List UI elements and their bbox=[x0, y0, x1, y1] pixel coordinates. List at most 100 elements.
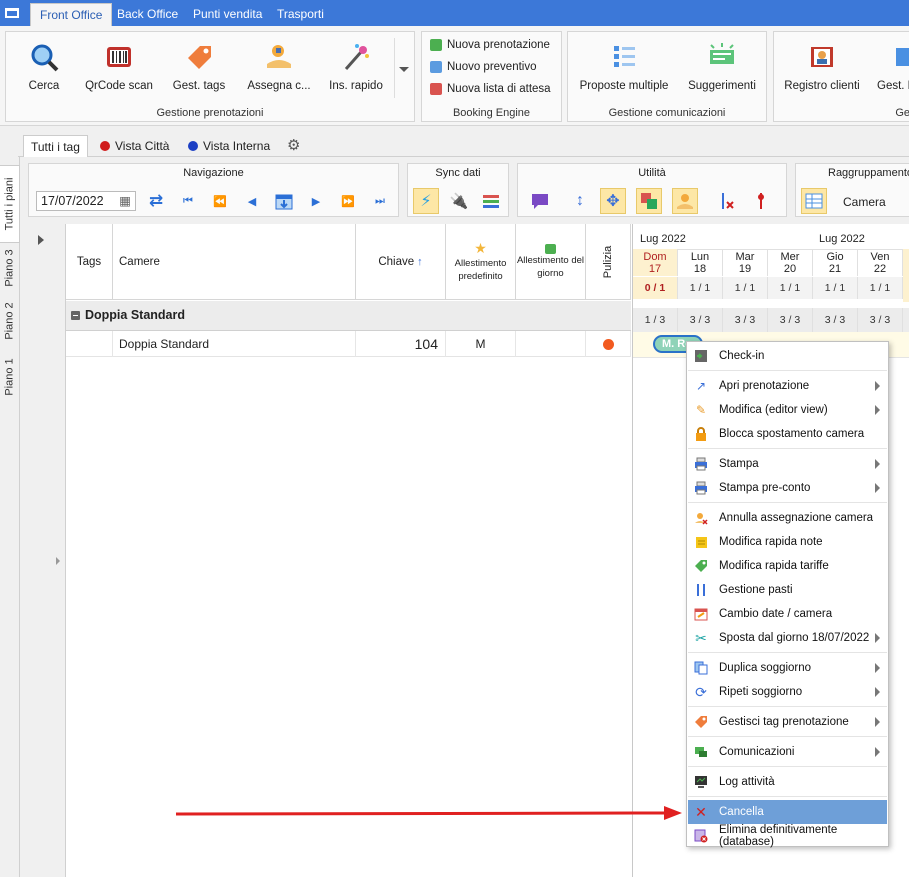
menu-item-gestione-pasti[interactable]: Gestione pasti bbox=[688, 578, 887, 602]
header-camere[interactable]: Camere bbox=[113, 224, 356, 300]
menu-item-cambio-date-camera[interactable]: Cambio date / camera bbox=[688, 602, 887, 626]
group-utilita: Utilità ↕ ✥ bbox=[517, 163, 787, 217]
raggruppamento-label: Raggruppamento bbox=[828, 167, 909, 179]
collapse-group-icon[interactable] bbox=[71, 311, 80, 320]
tab-back-office[interactable]: Back Office bbox=[108, 3, 187, 26]
cerca-button[interactable]: Cerca bbox=[14, 40, 74, 92]
suggerimenti-button[interactable]: Suggerimenti bbox=[680, 40, 764, 92]
ins-rapido-button[interactable]: Ins. rapido bbox=[324, 40, 388, 92]
submenu-arrow-icon bbox=[875, 405, 880, 415]
availability-count: 3 / 3 bbox=[723, 308, 768, 332]
tab-vista-interna[interactable]: Vista Interna bbox=[181, 135, 277, 157]
marker-icon[interactable] bbox=[748, 188, 774, 214]
clear-icon[interactable] bbox=[714, 188, 740, 214]
plug-icon[interactable]: 🔌 bbox=[446, 188, 472, 214]
menu-item-apri-prenotazione[interactable]: ↗ Apri prenotazione bbox=[688, 374, 887, 398]
proposte-multiple-button[interactable]: Proposte multiple bbox=[574, 40, 674, 92]
last-icon[interactable]: ⏭ bbox=[367, 188, 393, 214]
expand-arrow-icon[interactable] bbox=[38, 235, 44, 245]
swap-icon[interactable] bbox=[636, 188, 662, 214]
gear-icon[interactable]: ⚙ bbox=[280, 135, 307, 157]
nuova-lista-attesa-button[interactable]: Nuova lista di attesa bbox=[430, 83, 551, 95]
header-pulizia[interactable]: Pulizia bbox=[586, 224, 631, 300]
lightning-icon[interactable]: ⚡ bbox=[413, 188, 439, 214]
gest-d-button[interactable]: Gest. D bbox=[874, 40, 909, 92]
nuova-prenotazione-button[interactable]: Nuova prenotazione bbox=[430, 39, 550, 51]
magic-wand-icon bbox=[339, 40, 373, 74]
move-icon[interactable]: ✥ bbox=[600, 188, 626, 214]
menu-item-label: Blocca spostamento camera bbox=[719, 428, 865, 440]
gest-d-label: Gest. D bbox=[877, 80, 909, 92]
refresh-icon[interactable]: ⇄ bbox=[143, 188, 169, 214]
unassign-icon bbox=[694, 511, 708, 525]
cell-pulizia[interactable] bbox=[586, 331, 631, 357]
registro-clienti-button[interactable]: Registro clienti bbox=[780, 40, 864, 92]
forward-icon[interactable]: ⏩ bbox=[335, 188, 361, 214]
gest-tags-button[interactable]: Gest. tags bbox=[166, 40, 232, 92]
tab-vista-citta[interactable]: Vista Città bbox=[93, 135, 176, 157]
next-icon[interactable]: ▶ bbox=[303, 188, 329, 214]
tab-tutti-piani-label: Tutti i piani bbox=[3, 177, 16, 231]
group-gestione-prenotazioni: Cerca QrCode scan Gest. tags Assegna c..… bbox=[5, 31, 415, 122]
sync-bars-icon[interactable] bbox=[478, 188, 504, 214]
tab-front-office[interactable]: Front Office bbox=[30, 3, 113, 26]
menu-item-blocca-spostamento[interactable]: Blocca spostamento camera bbox=[688, 422, 887, 446]
day-name: Gio bbox=[826, 251, 844, 263]
collapse-handle-icon[interactable] bbox=[56, 557, 60, 565]
menu-item-annulla-assegnazione[interactable]: Annulla assegnazione camera bbox=[688, 506, 887, 530]
tab-piano-3[interactable]: Piano 3 bbox=[0, 245, 20, 291]
context-menu: Check-in ↗ Apri prenotazione ✎ Modifica (e… bbox=[686, 341, 889, 848]
header-allestimento-giorno[interactable]: Allestimento del giorno bbox=[516, 224, 586, 300]
menu-item-cancella[interactable]: ✕ Cancella bbox=[688, 800, 887, 824]
day-header: Dom 17 bbox=[633, 249, 678, 276]
group-row[interactable]: Doppia Standard bbox=[66, 301, 631, 331]
tab-piano-1[interactable]: Piano 1 bbox=[0, 354, 20, 400]
header-allestimento-predefinito[interactable]: ★ Allestimento predefinito bbox=[446, 224, 516, 300]
day-name: Ven bbox=[870, 251, 890, 263]
prev-icon[interactable]: ◀ bbox=[239, 188, 265, 214]
tab-trasporti[interactable]: Trasporti bbox=[268, 3, 333, 26]
app-menu-icon[interactable] bbox=[5, 8, 19, 18]
menu-item-duplica-soggiorno[interactable]: Duplica soggiorno bbox=[688, 656, 887, 680]
gest-d-icon bbox=[884, 40, 909, 74]
menu-item-stampa[interactable]: Stampa bbox=[688, 452, 887, 476]
assegna-camera-button[interactable]: Assegna c... bbox=[244, 40, 314, 92]
menu-item-log-attivita[interactable]: Log attività bbox=[688, 770, 887, 794]
menu-item-ripeti-soggiorno[interactable]: ⟳ Ripeti soggiorno bbox=[688, 680, 887, 704]
menu-item-comunicazioni[interactable]: Comunicazioni bbox=[688, 740, 887, 764]
tab-piano-2[interactable]: Piano 2 bbox=[0, 298, 20, 344]
menu-item-sposta-dal-giorno[interactable]: ✂ Sposta dal giorno 18/07/2022 bbox=[688, 626, 887, 650]
menu-item-gestisci-tag[interactable]: Gestisci tag prenotazione bbox=[688, 710, 887, 734]
menu-item-modifica-rapida-note[interactable]: Modifica rapida note bbox=[688, 530, 887, 554]
nuovo-preventivo-button[interactable]: Nuovo preventivo bbox=[430, 61, 537, 73]
calendar-icon[interactable]: ▦ bbox=[119, 192, 131, 210]
menu-item-modifica-editor[interactable]: ✎ Modifica (editor view) bbox=[688, 398, 887, 422]
day-header: Ven 22 bbox=[858, 249, 903, 276]
menu-item-elimina-definitivamente[interactable]: Elimina definitivamente (database) bbox=[688, 824, 887, 848]
header-chiave[interactable]: Chiave ↑ bbox=[356, 224, 446, 300]
header-tags[interactable]: Tags bbox=[66, 224, 113, 300]
tab-punti-vendita[interactable]: Punti vendita bbox=[184, 3, 271, 26]
chevron-down-icon[interactable] bbox=[399, 67, 409, 72]
qrcode-scan-button[interactable]: QrCode scan bbox=[84, 40, 154, 92]
menu-item-modifica-rapida-tariffe[interactable]: Modifica rapida tariffe bbox=[688, 554, 887, 578]
raggruppamento-select[interactable]: Camera bbox=[836, 193, 909, 213]
menu-item-label: Comunicazioni bbox=[719, 746, 795, 758]
tag-icon bbox=[694, 559, 708, 573]
chat-icon[interactable] bbox=[527, 188, 553, 214]
table-icon[interactable] bbox=[801, 188, 827, 214]
first-icon[interactable]: ⏮ bbox=[175, 188, 201, 214]
height-lock-icon[interactable]: ↕ bbox=[567, 188, 593, 214]
month-label: Lug 2022 bbox=[640, 233, 686, 245]
rewind-icon[interactable]: ⏪ bbox=[207, 188, 233, 214]
occupancy-count: 1 / 1 bbox=[723, 277, 768, 299]
date-input[interactable]: 17/07/2022 ▦ bbox=[36, 191, 136, 211]
tab-tutti-i-tag[interactable]: Tutti i tag bbox=[23, 135, 88, 157]
tag-icon bbox=[182, 40, 216, 74]
menu-item-stampa-pre-conto[interactable]: Stampa pre-conto bbox=[688, 476, 887, 500]
today-icon[interactable] bbox=[271, 188, 297, 214]
table-row[interactable]: Doppia Standard 104 M bbox=[66, 331, 631, 357]
menu-item-check-in[interactable]: Check-in bbox=[688, 344, 887, 368]
assign-room-icon[interactable] bbox=[672, 188, 698, 214]
tab-tutti-i-piani[interactable]: Tutti i piani bbox=[0, 165, 20, 243]
